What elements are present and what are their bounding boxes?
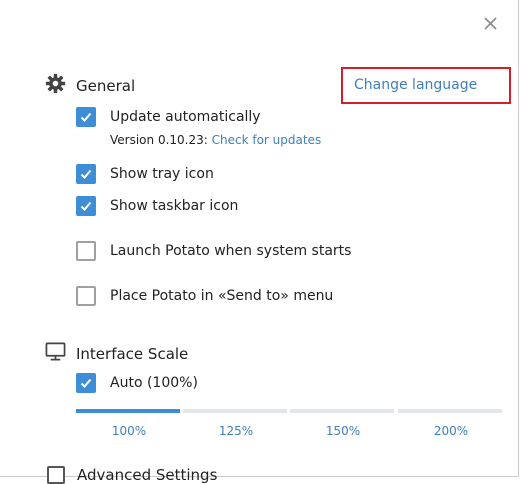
general-title: General xyxy=(76,76,136,95)
launch-on-startup-checkbox[interactable]: Launch Potato when system starts xyxy=(76,241,351,261)
scale-option-125[interactable]: 125% xyxy=(183,424,289,438)
checkmark-icon xyxy=(80,378,92,388)
send-to-menu-label: Place Potato in «Send to» menu xyxy=(110,288,334,304)
scale-option-200[interactable]: 200% xyxy=(398,424,504,438)
checkbox-unchecked[interactable] xyxy=(76,286,96,306)
checkbox-checked[interactable] xyxy=(76,196,96,216)
general-section-header: General xyxy=(45,73,135,98)
show-tray-icon-checkbox[interactable]: Show tray icon xyxy=(76,164,214,184)
checkbox-checked[interactable] xyxy=(76,373,96,393)
monitor-icon xyxy=(45,341,66,366)
checkmark-icon xyxy=(80,201,92,211)
auto-scale-checkbox[interactable]: Auto (100%) xyxy=(76,373,198,393)
scale-segment-100[interactable] xyxy=(76,409,180,413)
show-taskbar-icon-label: Show taskbar icon xyxy=(110,198,239,214)
show-tray-icon-label: Show tray icon xyxy=(110,166,214,182)
send-to-menu-checkbox[interactable]: Place Potato in «Send to» menu xyxy=(76,286,333,306)
checkmark-icon xyxy=(80,169,92,179)
close-button[interactable] xyxy=(478,12,502,36)
scale-segment-200[interactable] xyxy=(398,409,502,413)
checkbox-checked[interactable] xyxy=(76,107,96,127)
close-icon xyxy=(484,17,497,30)
checkbox-unchecked[interactable] xyxy=(76,241,96,261)
advanced-settings-title: Advanced Settings xyxy=(77,466,218,484)
version-info: Version 0.10.23: Check for updates xyxy=(110,133,321,147)
launch-on-startup-label: Launch Potato when system starts xyxy=(110,243,352,259)
advanced-settings-checkbox[interactable] xyxy=(47,466,65,484)
scale-option-150[interactable]: 150% xyxy=(290,424,396,438)
auto-scale-label: Auto (100%) xyxy=(110,375,198,391)
version-text: Version 0.10.23: xyxy=(110,133,208,147)
gear-icon xyxy=(45,73,66,98)
show-taskbar-icon-checkbox[interactable]: Show taskbar icon xyxy=(76,196,238,216)
update-automatically-checkbox[interactable]: Update automatically xyxy=(76,107,261,127)
scale-option-100[interactable]: 100% xyxy=(76,424,182,438)
change-language-link[interactable]: Change language xyxy=(341,67,511,104)
update-automatically-label: Update automatically xyxy=(110,109,261,125)
interface-scale-title: Interface Scale xyxy=(76,344,189,363)
checkmark-icon xyxy=(80,112,92,122)
advanced-settings-header[interactable]: Advanced Settings xyxy=(47,466,217,484)
scale-slider[interactable] xyxy=(76,409,502,413)
scale-segment-150[interactable] xyxy=(290,409,394,413)
scale-segment-125[interactable] xyxy=(183,409,287,413)
check-for-updates-link[interactable]: Check for updates xyxy=(212,133,322,147)
checkbox-checked[interactable] xyxy=(76,164,96,184)
interface-scale-section-header: Interface Scale xyxy=(45,341,188,366)
